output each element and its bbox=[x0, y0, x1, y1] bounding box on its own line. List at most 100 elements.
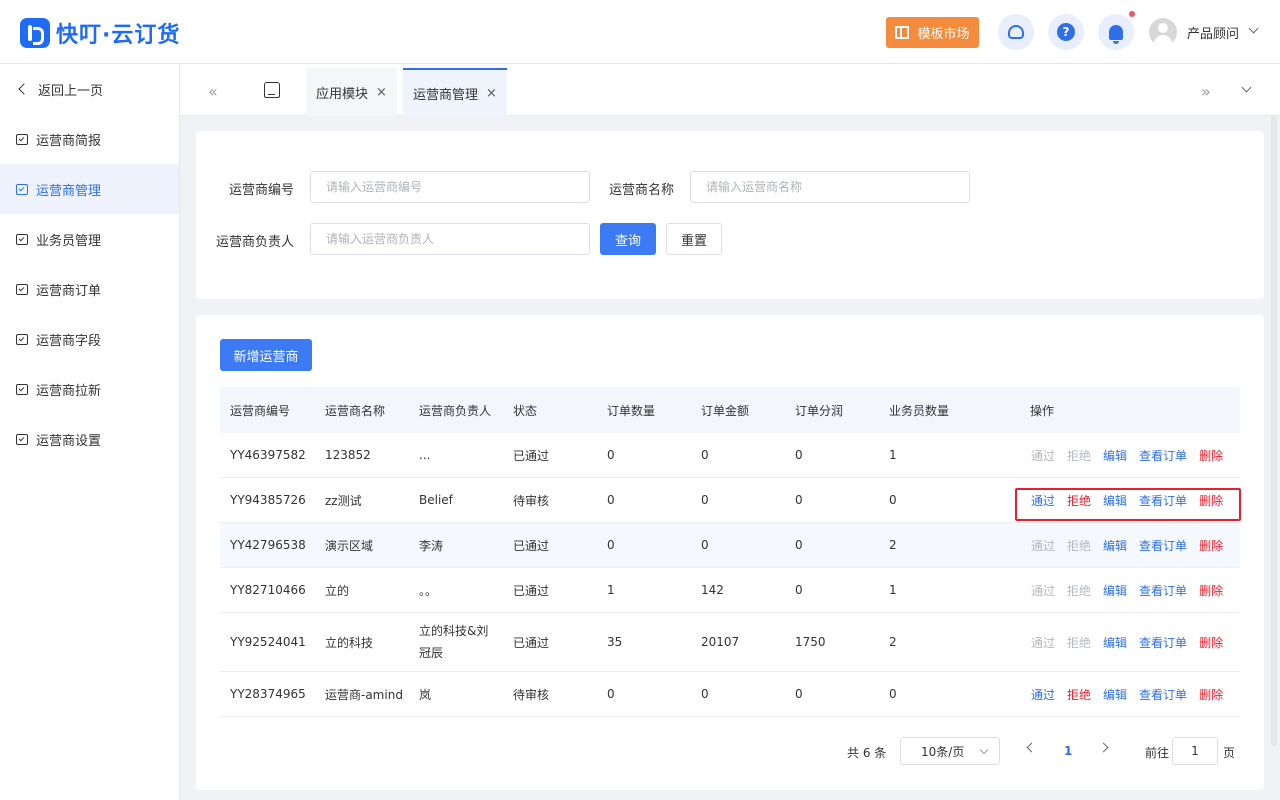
chevron-down-icon[interactable] bbox=[1248, 23, 1259, 34]
delete-link[interactable]: 删除 bbox=[1199, 582, 1223, 599]
view-orders-link[interactable]: 查看订单 bbox=[1139, 447, 1187, 464]
sidebar-item-fields[interactable]: 运营商字段 bbox=[0, 314, 179, 364]
sidebar-item-label: 运营商设置 bbox=[36, 433, 102, 449]
edit-link[interactable]: 编辑 bbox=[1103, 447, 1127, 464]
goto-label: 前往 bbox=[1145, 746, 1170, 760]
user-name[interactable]: 产品顾问 bbox=[1187, 23, 1239, 42]
current-page[interactable]: 1 bbox=[1064, 744, 1072, 758]
template-market-button[interactable]: 模板市场 bbox=[886, 17, 979, 48]
tabs-scroll-left-icon[interactable]: « bbox=[208, 82, 218, 101]
calendar-check-icon bbox=[16, 383, 28, 395]
sidebar-item-label: 业务员管理 bbox=[36, 233, 102, 249]
tabs-scroll-right-icon[interactable]: » bbox=[1201, 82, 1211, 101]
cell-staff: 1 bbox=[889, 448, 897, 462]
query-button[interactable]: 查询 bbox=[600, 223, 656, 255]
delete-link[interactable]: 删除 bbox=[1199, 537, 1223, 554]
logo-k-icon bbox=[20, 18, 50, 48]
column-header: 操作 bbox=[1030, 403, 1055, 418]
sidebar-item-management[interactable]: 运营商管理 bbox=[0, 164, 179, 214]
code-input[interactable] bbox=[310, 171, 590, 203]
headset-icon bbox=[1008, 25, 1024, 39]
cell-orders: 0 bbox=[607, 538, 615, 552]
table-row: YY42796538 演示区域 李涛 已通过 0 0 0 2 通过 拒绝 编辑 … bbox=[220, 523, 1240, 568]
logo-text: 快叮·云订货 bbox=[56, 23, 181, 48]
goto-page-value: 1 bbox=[1191, 744, 1199, 758]
scrollbar[interactable] bbox=[1271, 116, 1277, 746]
cell-amount: 142 bbox=[701, 583, 724, 597]
page-size-select[interactable]: 10条/页 bbox=[900, 737, 1000, 765]
reset-button[interactable]: 重置 bbox=[666, 223, 722, 255]
owner-input[interactable] bbox=[310, 223, 590, 255]
column-header: 运营商名称 bbox=[325, 403, 386, 418]
avatar[interactable] bbox=[1149, 18, 1177, 46]
cell-code: YY28374965 bbox=[230, 687, 306, 701]
sidebar-back[interactable]: 返回上一页 bbox=[0, 64, 179, 114]
cell-name: 立的科技 bbox=[325, 635, 374, 650]
view-orders-link[interactable]: 查看订单 bbox=[1139, 634, 1187, 651]
sidebar-item-orders[interactable]: 运营商订单 bbox=[0, 264, 179, 314]
sidebar-item-referral[interactable]: 运营商拉新 bbox=[0, 364, 179, 414]
view-orders-link[interactable]: 查看订单 bbox=[1139, 582, 1187, 599]
owner-label: 运营商负责人 bbox=[215, 235, 294, 250]
view-orders-link[interactable]: 查看订单 bbox=[1139, 686, 1187, 703]
sidebar: 返回上一页 运营商简报 运营商管理 业务员管理 运营商订单 运营商字段 运营商拉… bbox=[0, 64, 180, 800]
close-icon[interactable]: × bbox=[376, 85, 387, 100]
calendar-check-icon bbox=[16, 133, 28, 145]
template-icon bbox=[895, 26, 910, 39]
logo[interactable]: 快叮·云订货 bbox=[20, 17, 180, 49]
calendar-check-icon bbox=[16, 183, 28, 195]
edit-link[interactable]: 编辑 bbox=[1103, 686, 1127, 703]
delete-link[interactable]: 删除 bbox=[1199, 447, 1223, 464]
tab-app-module[interactable]: 应用模块 × bbox=[306, 68, 397, 116]
cell-staff: 2 bbox=[889, 538, 897, 552]
edit-link[interactable]: 编辑 bbox=[1103, 634, 1127, 651]
calendar-check-icon bbox=[16, 333, 28, 345]
sidebar-item-settings[interactable]: 运营商设置 bbox=[0, 414, 179, 464]
sidebar-item-briefing[interactable]: 运营商简报 bbox=[0, 114, 179, 164]
edit-link[interactable]: 编辑 bbox=[1103, 537, 1127, 554]
column-header: 订单分润 bbox=[795, 403, 844, 418]
delete-link[interactable]: 删除 bbox=[1199, 634, 1223, 651]
cell-actions: 通过 拒绝 编辑 查看订单 删除 bbox=[1031, 672, 1235, 716]
cell-orders: 1 bbox=[607, 583, 615, 597]
help-button[interactable]: ? bbox=[1048, 14, 1084, 50]
home-icon[interactable] bbox=[264, 82, 280, 98]
cell-staff: 0 bbox=[889, 493, 897, 507]
column-header: 状态 bbox=[513, 403, 538, 418]
cell-orders: 35 bbox=[607, 635, 623, 649]
table-header: 运营商编号 运营商名称 运营商负责人 状态 订单数量 订单金额 订单分润 业务员… bbox=[220, 387, 1240, 433]
tab-operator-management[interactable]: 运营商管理 × bbox=[403, 68, 507, 116]
column-header: 运营商负责人 bbox=[419, 403, 492, 418]
name-label: 运营商名称 bbox=[608, 183, 674, 198]
name-input[interactable] bbox=[690, 171, 970, 203]
goto-page-input[interactable]: 1 bbox=[1172, 737, 1218, 765]
cell-name: 立的 bbox=[325, 583, 350, 598]
reject-link: 拒绝 bbox=[1067, 538, 1092, 553]
add-operator-button[interactable]: 新增运营商 bbox=[220, 339, 312, 371]
notification-button[interactable] bbox=[1098, 14, 1134, 50]
cell-code: YY42796538 bbox=[230, 538, 306, 552]
customer-service-button[interactable] bbox=[998, 14, 1034, 50]
operator-table: 运营商编号 运营商名称 运营商负责人 状态 订单数量 订单金额 订单分润 业务员… bbox=[220, 387, 1240, 717]
page-suffix: 页 bbox=[1223, 746, 1236, 760]
table-row: YY28374965 运营商-amind 岚 待审核 0 0 0 0 通过 拒绝… bbox=[220, 672, 1240, 717]
chevron-down-icon[interactable] bbox=[1241, 82, 1252, 93]
cell-status: 已通过 bbox=[513, 448, 550, 463]
cell-owner: 岚 bbox=[419, 687, 432, 702]
approve-link[interactable]: 通过 bbox=[1031, 686, 1055, 703]
cell-profit: 1750 bbox=[795, 635, 826, 649]
column-header: 运营商编号 bbox=[230, 403, 291, 418]
sidebar-item-salesman[interactable]: 业务员管理 bbox=[0, 214, 179, 264]
notification-dot bbox=[1129, 11, 1135, 17]
view-orders-link[interactable]: 查看订单 bbox=[1139, 537, 1187, 554]
cell-staff: 0 bbox=[889, 687, 897, 701]
bell-icon bbox=[1109, 24, 1123, 44]
cell-code: YY94385726 bbox=[230, 493, 306, 507]
reject-link[interactable]: 拒绝 bbox=[1067, 686, 1091, 703]
cell-name: 演示区域 bbox=[325, 538, 374, 553]
cell-profit: 0 bbox=[795, 538, 803, 552]
close-icon[interactable]: × bbox=[486, 86, 497, 101]
edit-link[interactable]: 编辑 bbox=[1103, 582, 1127, 599]
code-label: 运营商编号 bbox=[228, 183, 294, 198]
delete-link[interactable]: 删除 bbox=[1199, 686, 1223, 703]
